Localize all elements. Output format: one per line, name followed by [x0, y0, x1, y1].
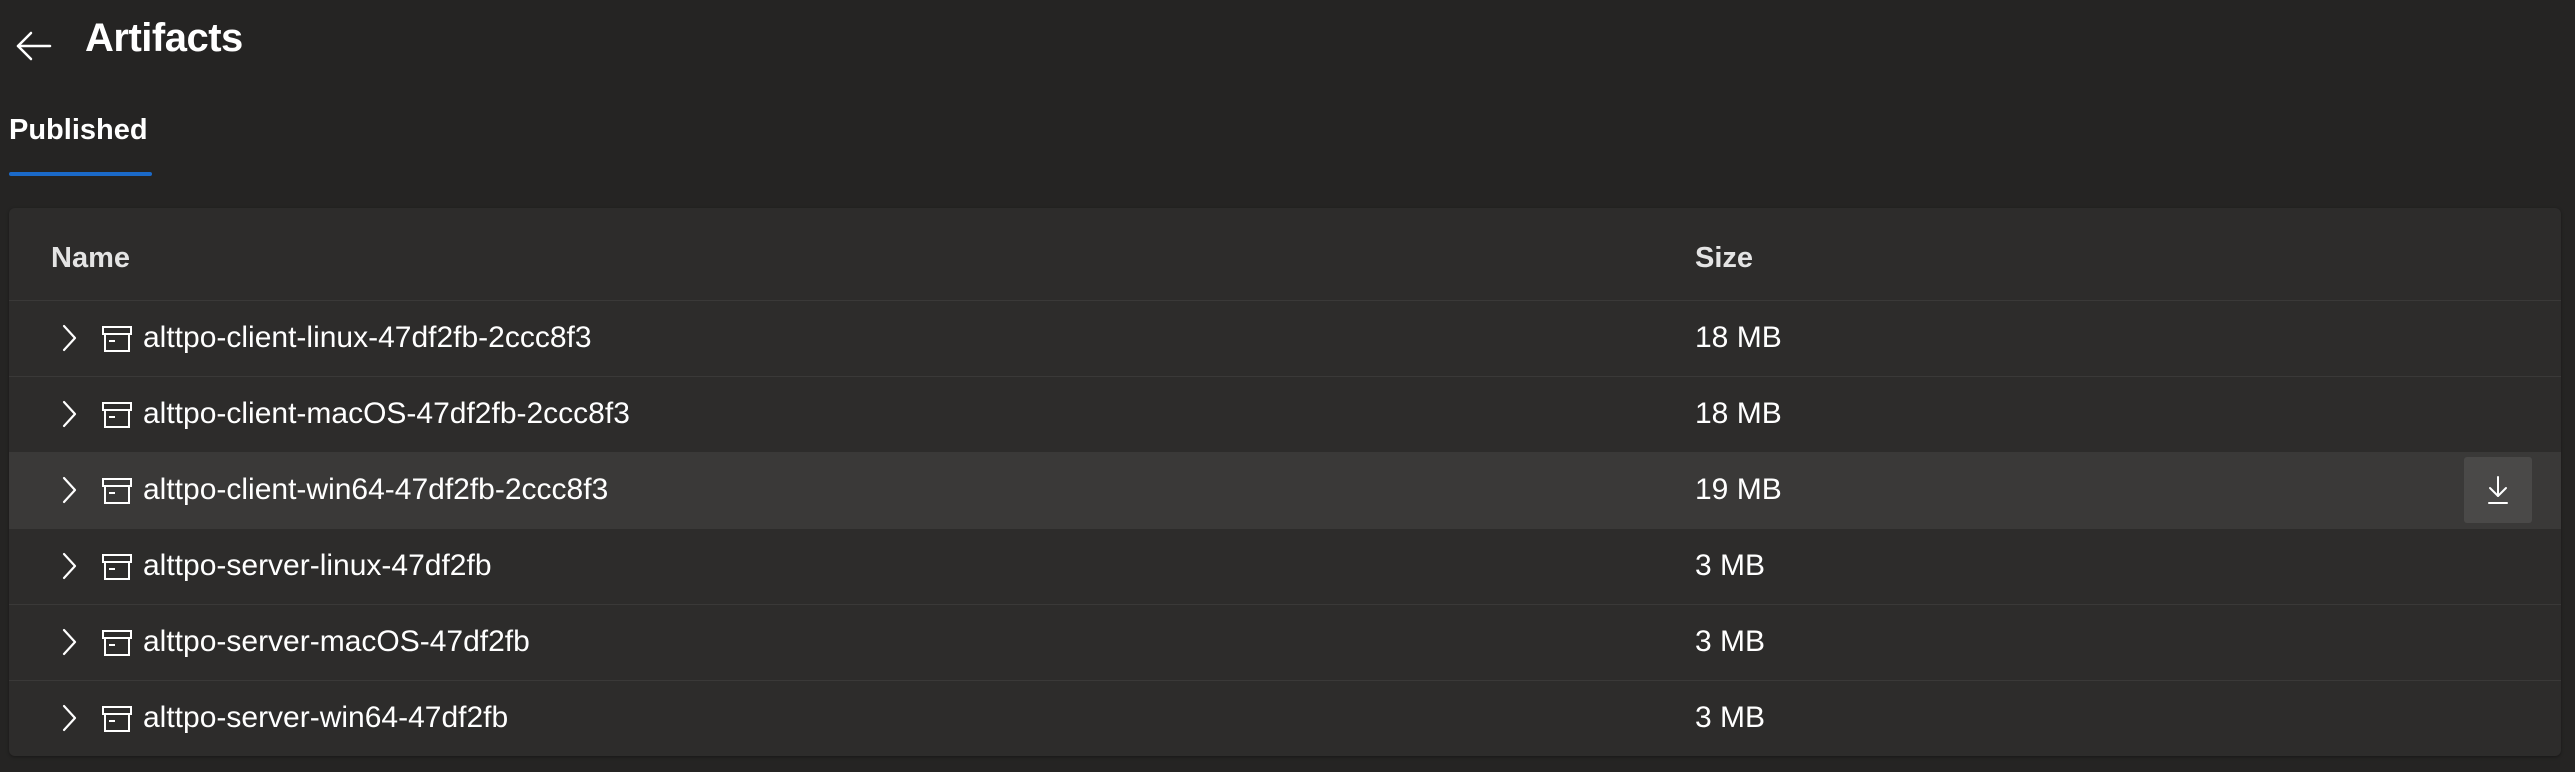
back-button[interactable]	[14, 26, 54, 66]
artifact-box-icon	[101, 628, 133, 658]
column-header-name[interactable]: Name	[51, 240, 130, 276]
chevron-right-icon[interactable]	[57, 474, 81, 506]
artifact-size: 19 MB	[1695, 473, 1782, 506]
table-row[interactable]: alttpo-server-linux-47df2fb 3 MB	[9, 529, 2561, 605]
artifact-size: 18 MB	[1695, 397, 1782, 430]
artifact-name: alttpo-server-linux-47df2fb	[143, 549, 492, 582]
artifacts-table: Name Size alttpo-client-linux-47df2fb-2c…	[9, 208, 2561, 756]
table-header: Name Size	[9, 208, 2561, 301]
table-row[interactable]: alttpo-client-linux-47df2fb-2ccc8f3 18 MB	[9, 301, 2561, 377]
artifact-box-icon	[101, 400, 133, 430]
artifact-box-icon	[101, 552, 133, 582]
tab-label: Published	[9, 114, 148, 146]
tab-selected-indicator	[9, 172, 152, 176]
arrow-left-icon	[14, 26, 54, 66]
artifact-name: alttpo-server-win64-47df2fb	[143, 701, 509, 734]
table-row[interactable]: alttpo-server-win64-47df2fb 3 MB	[9, 681, 2561, 756]
artifact-name: alttpo-server-macOS-47df2fb	[143, 625, 530, 658]
download-button[interactable]	[2464, 457, 2532, 523]
chevron-right-icon[interactable]	[57, 398, 81, 430]
artifact-size: 3 MB	[1695, 701, 1766, 734]
tab-bar: Published	[9, 108, 152, 178]
artifact-name: alttpo-client-win64-47df2fb-2ccc8f3	[143, 473, 609, 506]
chevron-right-icon[interactable]	[57, 322, 81, 354]
artifact-name: alttpo-client-linux-47df2fb-2ccc8f3	[143, 321, 592, 354]
artifact-box-icon	[101, 704, 133, 734]
chevron-right-icon[interactable]	[57, 626, 81, 658]
page-title: Artifacts	[85, 16, 243, 60]
column-header-size[interactable]: Size	[1695, 240, 1753, 276]
table-row[interactable]: alttpo-client-win64-47df2fb-2ccc8f3 19 MB	[9, 453, 2561, 529]
tab-published[interactable]: Published	[9, 108, 152, 176]
table-row[interactable]: alttpo-server-macOS-47df2fb 3 MB	[9, 605, 2561, 681]
artifact-box-icon	[101, 324, 133, 354]
artifact-name: alttpo-client-macOS-47df2fb-2ccc8f3	[143, 397, 630, 430]
artifact-size: 18 MB	[1695, 321, 1782, 354]
artifact-size: 3 MB	[1695, 549, 1766, 582]
page-header: Artifacts	[0, 0, 2575, 80]
table-body: alttpo-client-linux-47df2fb-2ccc8f3 18 MB…	[9, 301, 2561, 756]
table-row[interactable]: alttpo-client-macOS-47df2fb-2ccc8f3 18 MB	[9, 377, 2561, 453]
artifact-size: 3 MB	[1695, 625, 1766, 658]
chevron-right-icon[interactable]	[57, 550, 81, 582]
chevron-right-icon[interactable]	[57, 702, 81, 734]
artifact-box-icon	[101, 476, 133, 506]
